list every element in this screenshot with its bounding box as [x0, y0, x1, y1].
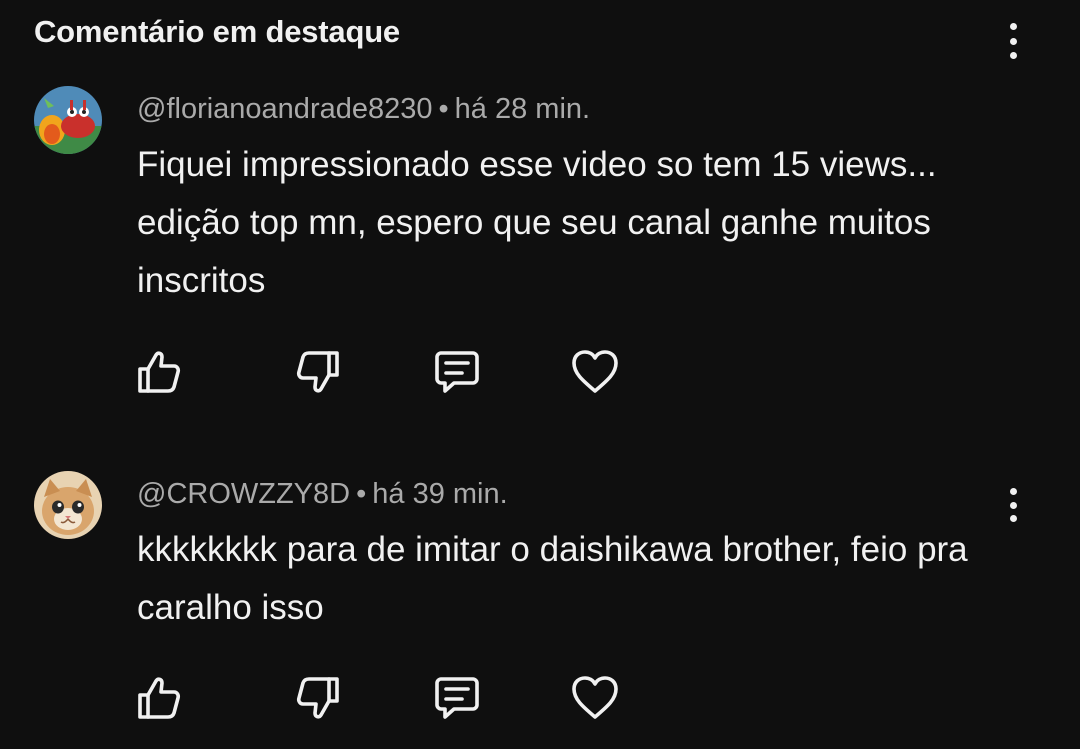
comment-author[interactable]: @florianoandrade8230 [137, 93, 433, 125]
heart-button[interactable] [570, 673, 620, 723]
thumbs-up-icon [138, 351, 181, 393]
like-button[interactable] [134, 673, 184, 723]
page-title: Comentário em destaque [34, 14, 400, 49]
comment-author[interactable]: @CROWZZY8D [137, 478, 350, 510]
heart-icon [572, 676, 618, 719]
comment-meta: @CROWZZY8D • há 39 min. [137, 478, 508, 511]
meta-separator: • [356, 478, 367, 510]
like-button[interactable] [134, 347, 184, 397]
avatar[interactable] [34, 86, 102, 154]
comment-time: há 39 min. [372, 478, 508, 510]
comment-meta: @florianoandrade8230 • há 28 min. [137, 93, 590, 126]
thumbs-up-icon [138, 677, 181, 719]
heart-icon [572, 350, 618, 393]
reply-comment-icon [435, 351, 479, 393]
meta-separator: • [438, 93, 449, 125]
more-options-icon[interactable] [1003, 23, 1023, 59]
dislike-button[interactable] [293, 347, 343, 397]
comment-text: kkkkkkkk para de imitar o daishikawa bro… [137, 530, 968, 627]
thumbs-down-icon [296, 351, 339, 393]
reply-button[interactable] [432, 347, 482, 397]
avatar[interactable] [34, 471, 102, 539]
more-vertical-icon[interactable] [1003, 488, 1023, 522]
heart-button[interactable] [570, 347, 620, 397]
comment-time: há 28 min. [454, 93, 591, 125]
dislike-button[interactable] [293, 673, 343, 723]
comment-text: Fiquei impressionado esse video so tem 1… [137, 145, 937, 300]
reply-comment-icon [435, 677, 479, 719]
thumbs-down-icon [296, 677, 339, 719]
reply-button[interactable] [432, 673, 482, 723]
